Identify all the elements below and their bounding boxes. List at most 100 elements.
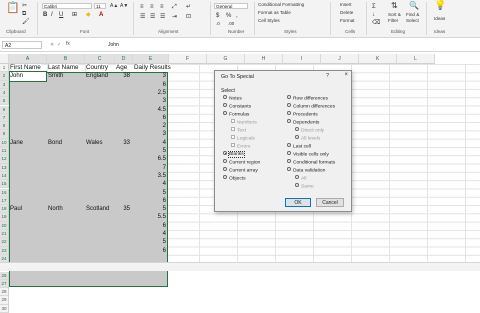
format-painter-icon[interactable]: 🖌 (22, 19, 30, 25)
close-button[interactable]: × (344, 72, 348, 78)
option-blanks[interactable]: Blanks (223, 151, 245, 159)
merge-center-icon[interactable]: ⊡ (186, 14, 191, 20)
row-header[interactable]: 21 (0, 230, 9, 239)
align-left-icon[interactable]: ☰ (140, 14, 145, 20)
table-cell[interactable]: Bond (48, 139, 62, 147)
cancel-entry-icon[interactable]: ✕ (50, 42, 54, 48)
increase-decimal-icon[interactable]: .0 (216, 21, 220, 27)
table-cell[interactable]: 3 (133, 130, 166, 138)
font-color-icon[interactable]: A (99, 12, 103, 18)
row-header[interactable]: 30 (0, 304, 9, 313)
fill-icon[interactable]: ↓ (372, 12, 375, 18)
row-header[interactable]: 6 (0, 105, 9, 114)
format-button[interactable]: Format (340, 18, 355, 23)
insert-button[interactable]: Insert (340, 2, 352, 7)
align-top-icon[interactable]: ≡ (140, 4, 144, 10)
ok-button[interactable]: OK (285, 198, 311, 207)
row-header[interactable]: 13 (0, 163, 9, 172)
find-select-label[interactable]: Find & (406, 12, 419, 17)
column-header[interactable]: B (47, 54, 85, 64)
table-cell[interactable]: Smith (48, 72, 63, 80)
option-objects[interactable]: Objects (223, 175, 246, 182)
cancel-button[interactable]: Cancel (316, 198, 344, 207)
column-header[interactable]: E (133, 54, 169, 64)
option-dependents[interactable]: Dependents (287, 119, 319, 126)
table-cell[interactable]: Wales (86, 139, 102, 147)
option-visible-cells-only[interactable]: Visible cells only (287, 151, 329, 158)
column-header[interactable]: L (397, 54, 435, 64)
select-all-corner[interactable] (0, 54, 9, 64)
option-current-array[interactable]: Current array (223, 167, 258, 174)
row-header[interactable]: 20 (0, 221, 9, 230)
find-select-icon[interactable]: 🔍 (409, 2, 419, 10)
option-column-differences[interactable]: Column differences (287, 103, 335, 110)
currency-icon[interactable]: $ (216, 13, 219, 19)
font-name-combo[interactable]: Calibri (42, 3, 92, 9)
column-header[interactable]: D (115, 54, 133, 64)
table-cell[interactable]: Scotland (86, 205, 109, 213)
row-header[interactable]: 16 (0, 188, 9, 197)
table-cell[interactable]: 3.5 (133, 172, 166, 180)
option-formulas[interactable]: Formulas (223, 111, 249, 118)
find-select-label-2[interactable]: Select (406, 18, 419, 23)
row-header[interactable]: 14 (0, 171, 9, 181)
sort-filter-label-2[interactable]: Filter (388, 18, 398, 23)
option-row-differences[interactable]: Row differences (287, 95, 328, 102)
percent-icon[interactable]: % (226, 13, 231, 19)
align-right-icon[interactable]: ☰ (160, 14, 165, 20)
table-cell[interactable]: 3 (133, 97, 166, 105)
table-cell[interactable]: 6 (133, 222, 166, 230)
align-middle-icon[interactable]: ≡ (150, 4, 154, 10)
copy-icon[interactable]: ⧉ (22, 11, 26, 17)
row-header[interactable]: 29 (0, 296, 9, 305)
number-format-combo[interactable]: General (214, 3, 248, 9)
delete-button[interactable]: Delete (340, 10, 353, 15)
table-cell[interactable]: 5.5 (133, 213, 166, 221)
ideas-button[interactable]: Ideas (434, 16, 445, 21)
cut-icon[interactable]: ✂ (22, 3, 27, 9)
table-header-cell[interactable]: First Name (10, 64, 41, 73)
align-bottom-icon[interactable]: ≡ (160, 4, 164, 10)
table-cell[interactable]: Jane (10, 139, 23, 147)
borders-icon[interactable]: ⊞ (72, 12, 77, 18)
table-cell[interactable]: 4 (133, 230, 166, 238)
table-cell[interactable]: 5 (133, 238, 166, 246)
fill-color-icon[interactable]: ◆ (86, 12, 91, 18)
font-size-combo[interactable]: 11 (94, 3, 106, 9)
row-header[interactable]: 23 (0, 246, 9, 255)
column-header[interactable]: C (85, 54, 115, 64)
sort-filter-icon[interactable]: ⇅ (391, 2, 398, 10)
format-as-table-button[interactable]: Format as Table (258, 10, 291, 15)
column-header[interactable]: J (321, 54, 359, 64)
table-cell[interactable]: 6 (133, 247, 166, 255)
conditional-formatting-button[interactable]: Conditional Formatting (258, 2, 304, 7)
name-box[interactable]: A2 (2, 41, 42, 49)
table-cell[interactable]: 6 (133, 81, 166, 89)
underline-icon[interactable]: U (59, 12, 63, 18)
orientation-icon[interactable]: ⤢ (172, 4, 177, 10)
table-cell[interactable]: 3 (133, 72, 166, 80)
row-header[interactable]: 1 (0, 64, 9, 73)
indent-icon[interactable]: ⇥ (172, 14, 177, 20)
wrap-text-icon[interactable]: ↵ (186, 4, 191, 10)
enter-entry-icon[interactable]: ✓ (57, 42, 61, 48)
column-header[interactable]: K (359, 54, 397, 64)
table-cell[interactable]: North (48, 205, 63, 213)
column-header[interactable]: H (245, 54, 283, 64)
option-data-validation[interactable]: Data validation (287, 167, 325, 174)
table-header-cell[interactable]: Daily Results (134, 64, 171, 73)
row-header[interactable]: 18 (0, 205, 9, 214)
row-header[interactable]: 7 (0, 113, 9, 123)
help-button[interactable]: ? (326, 73, 329, 79)
table-cell[interactable]: 7 (133, 164, 166, 172)
decrease-decimal-icon[interactable]: .00 (228, 21, 234, 27)
table-cell[interactable]: 6.5 (133, 155, 166, 163)
table-header-cell[interactable]: Country (86, 64, 109, 73)
table-header-cell[interactable]: Last Name (48, 64, 79, 73)
option-constants[interactable]: Constants (223, 103, 251, 110)
italic-icon[interactable]: I (51, 12, 53, 18)
row-header[interactable]: 2 (0, 72, 9, 81)
table-cell[interactable]: 6 (133, 114, 166, 122)
table-cell[interactable]: 2 (133, 122, 166, 130)
autosum-icon[interactable]: Σ (372, 4, 376, 10)
